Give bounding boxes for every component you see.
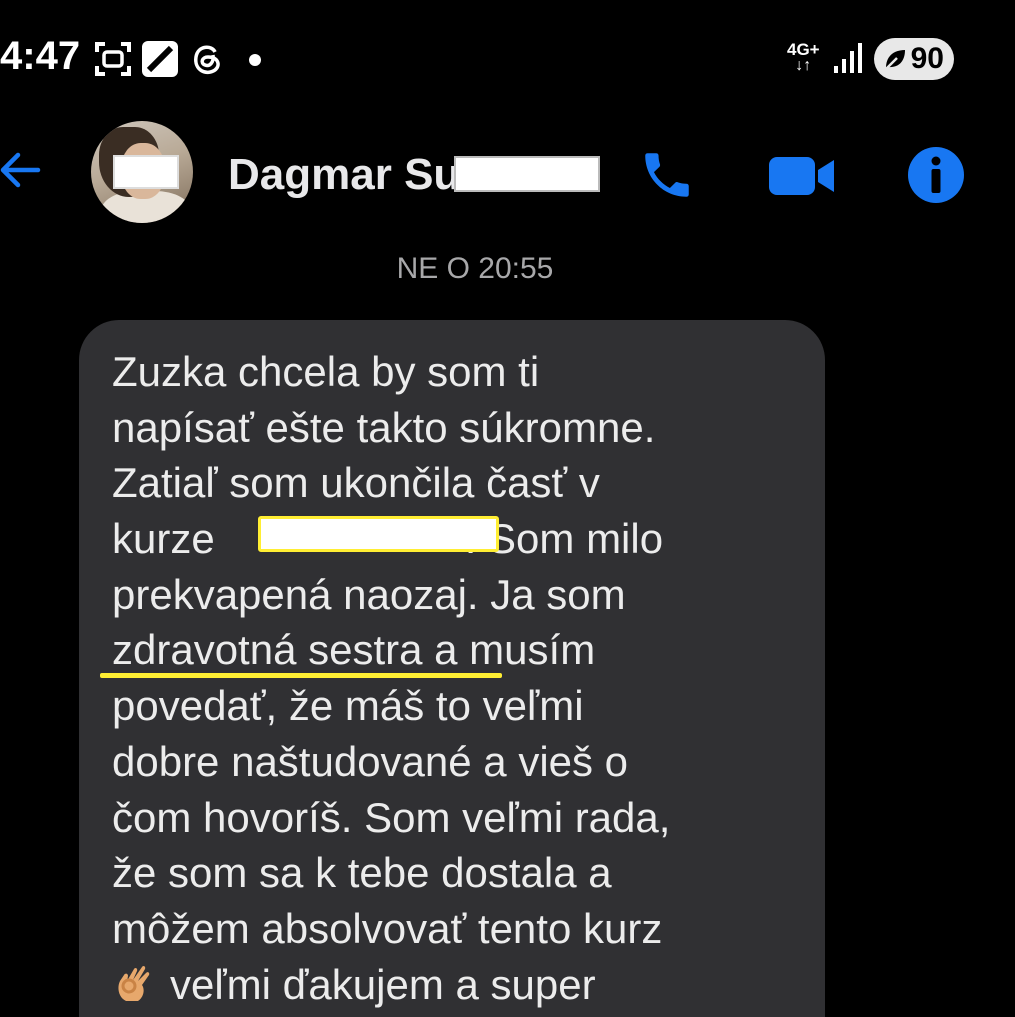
- message-line: povedať, že máš to veľmi: [112, 682, 584, 730]
- notification-dot-icon: [249, 54, 261, 66]
- battery-level: 90: [910, 42, 944, 75]
- chat-header: Dagmar Su: [0, 110, 1015, 240]
- message-line: čom hovoríš. Som veľmi rada,: [112, 793, 671, 841]
- signal-icon: [833, 42, 863, 79]
- battery-saver-leaf-icon: [882, 46, 908, 80]
- phone-icon[interactable]: [638, 146, 696, 209]
- screen-record-icon: [94, 40, 132, 83]
- message-text: Zuzka chcela by som ti napísať ešte takt…: [112, 344, 812, 1012]
- message-line: môžem absolvovať tento kurz: [112, 904, 663, 952]
- threads-icon: [188, 40, 226, 83]
- network-type: 4G+ ↓↑: [787, 40, 820, 74]
- contact-name[interactable]: Dagmar Su: [228, 150, 460, 200]
- avatar-censor-box: [113, 155, 179, 189]
- avatar[interactable]: [91, 121, 193, 223]
- status-bar: 4:47 4G+ ↓↑ 90: [0, 0, 1015, 120]
- message-line-part: veľmi ďakujem a super: [170, 960, 596, 1008]
- clock: 4:47: [0, 34, 81, 78]
- redaction-box: [258, 516, 499, 552]
- network-activity-arrows: ↓↑: [795, 57, 812, 74]
- message-timestamp: NE O 20:55: [396, 252, 554, 285]
- highlight-underline: [100, 673, 502, 678]
- network-type-label: 4G+: [787, 40, 820, 59]
- message-line: Zatiaľ som ukončila časť v: [112, 459, 600, 507]
- message-line-part: kurze: [112, 515, 215, 563]
- info-icon[interactable]: [907, 146, 965, 209]
- back-arrow-icon[interactable]: [0, 150, 42, 195]
- message-line: zdravotná sestra a musím: [112, 626, 596, 674]
- video-camera-icon[interactable]: [768, 156, 836, 201]
- message-line: napísať ešte takto súkromne.: [112, 403, 656, 451]
- message-line: veľmi ďakujem a super: [112, 957, 812, 1013]
- battery-indicator: 90: [874, 38, 954, 80]
- message-line: prekvapená naozaj. Ja som: [112, 570, 626, 618]
- ok-hand-emoji: [118, 965, 150, 1001]
- name-censor-box: [454, 156, 600, 192]
- flipboard-icon: [141, 40, 179, 83]
- message-line: že som sa k tebe dostala a: [112, 849, 612, 897]
- message-line: Zuzka chcela by som ti: [112, 348, 540, 395]
- message-line: dobre naštudované a vieš o: [112, 737, 629, 785]
